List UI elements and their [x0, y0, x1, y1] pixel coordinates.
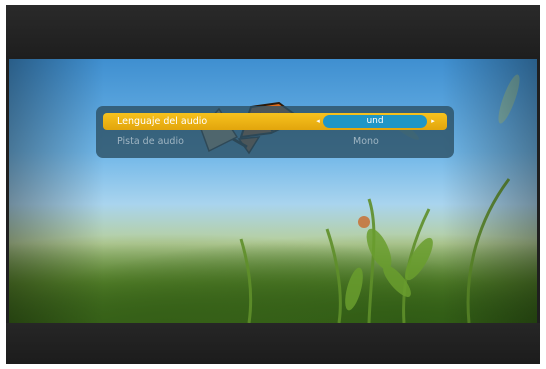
audio-language-value[interactable]: und — [323, 115, 427, 128]
menu-row-audio-track[interactable]: Pista de audio Mono — [103, 133, 447, 150]
letterbox-bottom — [6, 323, 540, 364]
audio-language-label: Lenguaje del audio — [117, 116, 208, 127]
audio-settings-menu: Lenguaje del audio ◂ und ▸ Pista de audi… — [96, 106, 454, 158]
letterbox-top — [6, 5, 540, 59]
audio-track-value: Mono — [353, 136, 379, 147]
menu-row-audio-language[interactable]: Lenguaje del audio ◂ und ▸ — [103, 113, 447, 130]
video-frame — [9, 59, 537, 323]
vignette — [9, 59, 537, 323]
left-arrow-icon[interactable]: ◂ — [314, 113, 322, 130]
audio-track-label: Pista de audio — [117, 136, 184, 147]
right-arrow-icon[interactable]: ▸ — [429, 113, 437, 130]
tv-screen — [6, 5, 540, 364]
